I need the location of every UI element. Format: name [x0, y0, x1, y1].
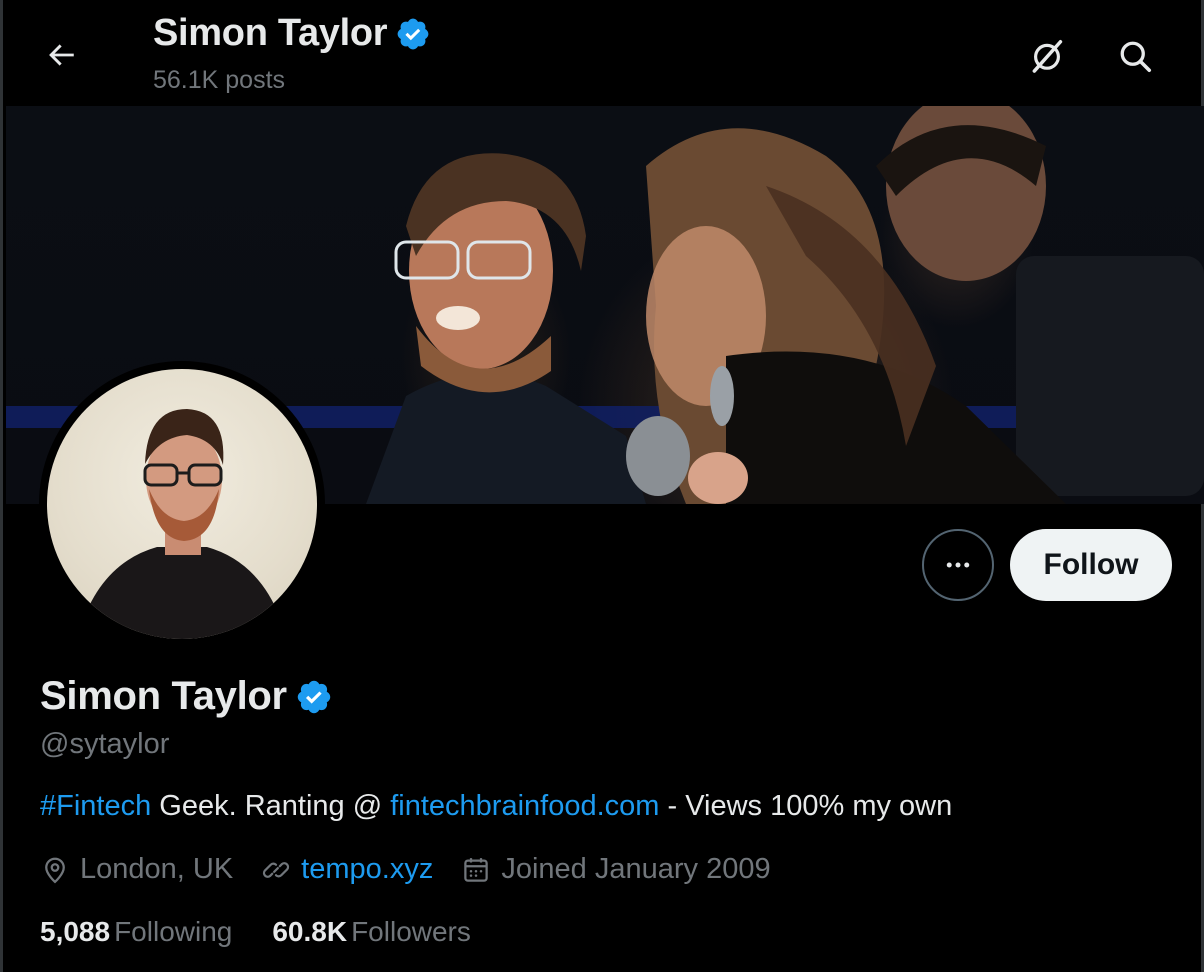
joined-text: Joined January 2009 — [501, 853, 771, 885]
calendar-icon — [464, 857, 489, 882]
profile-page: Simon Taylor 56.1K posts Follow Simon Ta… — [0, 0, 1204, 972]
header-post-count: 56.1K posts — [153, 66, 286, 94]
location-pin-icon — [45, 857, 65, 883]
search-icon — [1120, 41, 1152, 73]
grok-icon — [1032, 40, 1063, 73]
profile-avatar[interactable] — [39, 361, 325, 647]
website-link[interactable]: tempo.xyz — [301, 853, 433, 886]
following-count: 5,088 — [40, 916, 111, 947]
bio-text: - Views 100% my own — [659, 790, 953, 822]
arrow-left-icon — [49, 44, 74, 66]
grok-button[interactable] — [1019, 28, 1075, 84]
bio-website-link[interactable]: fintechbrainfood.com — [390, 790, 659, 822]
header-name: Simon Taylor — [153, 12, 388, 54]
profile-header: Simon Taylor 56.1K posts — [3, 0, 1201, 106]
profile-name-row: Simon Taylor — [40, 674, 333, 719]
following-link[interactable]: 5,088 Following — [40, 916, 232, 948]
verified-badge-icon — [397, 18, 429, 49]
profile-bio: #Fintech Geek. Ranting @ fintechbrainfoo… — [40, 790, 952, 823]
followers-label: Followers — [351, 916, 471, 947]
profile-name: Simon Taylor — [40, 674, 287, 718]
profile-location: London, UK — [40, 853, 233, 886]
follow-button[interactable]: Follow — [1010, 529, 1172, 601]
profile-handle: @sytaylor — [40, 728, 170, 760]
search-button[interactable] — [1107, 28, 1163, 84]
profile-website[interactable]: tempo.xyz — [261, 853, 433, 886]
followers-count: 60.8K — [272, 916, 348, 947]
profile-stats: 5,088 Following 60.8K Followers — [40, 916, 511, 948]
location-text: London, UK — [80, 853, 234, 885]
more-horizontal-icon — [946, 562, 970, 568]
back-button[interactable] — [33, 30, 89, 80]
avatar-photo — [47, 369, 317, 639]
following-label: Following — [114, 916, 233, 947]
profile-meta: London, UK tempo.xyz Joined January 2009 — [40, 853, 799, 886]
more-options-button[interactable] — [922, 529, 994, 601]
verified-badge-icon[interactable] — [295, 678, 333, 716]
bio-text: Geek. Ranting @ — [151, 790, 391, 822]
bio-hashtag-link[interactable]: #Fintech — [40, 790, 151, 822]
followers-link[interactable]: 60.8K Followers — [272, 916, 471, 948]
link-icon — [263, 861, 290, 878]
profile-joined: Joined January 2009 — [461, 853, 771, 886]
header-title: Simon Taylor — [153, 12, 431, 55]
